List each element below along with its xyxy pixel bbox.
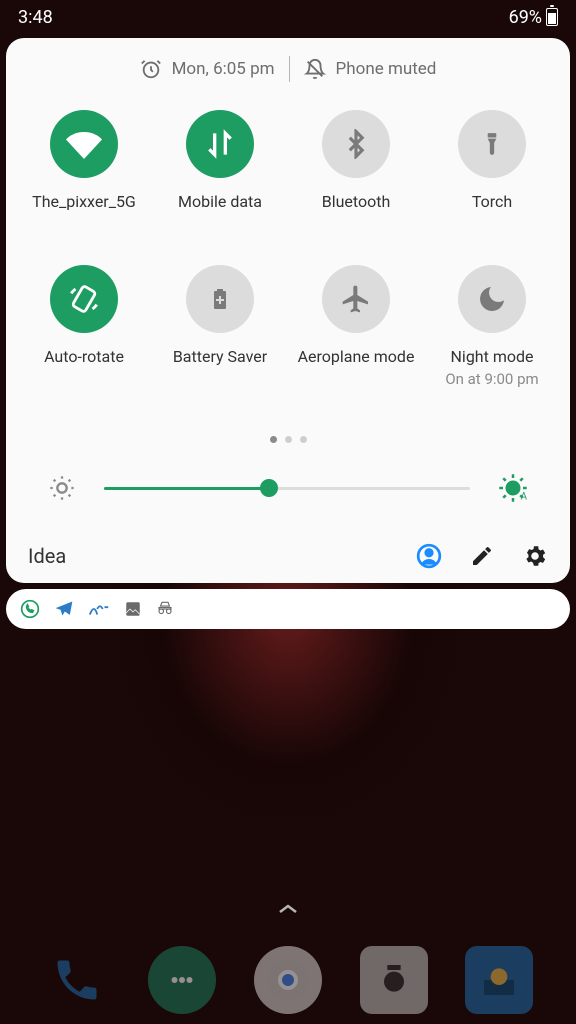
qs-tiles: The_pixxer_5G Mobile data Bluetooth Torc… [6,110,570,388]
quick-settings-panel: Mon, 6:05 pm Phone muted The_pixxer_5G M… [6,38,570,583]
auto-rotate-tile[interactable]: Auto-rotate [16,265,152,388]
tile-label: Mobile data [178,192,262,211]
tile-label: Torch [472,192,512,211]
mute-info[interactable]: Phone muted [304,58,437,80]
notification-bar[interactable] [6,589,570,629]
battery-icon [546,8,558,26]
gear-icon[interactable] [522,543,548,569]
page-dot [270,436,277,443]
gallery-app[interactable] [465,946,533,1014]
bell-mute-icon [304,58,326,80]
bluetooth-tile[interactable]: Bluetooth [288,110,424,211]
page-dot [300,436,307,443]
slider-thumb[interactable] [260,479,278,497]
camera-app[interactable] [360,946,428,1014]
tile-label: The_pixxer_5G [32,192,136,211]
brightness-row: A [6,473,570,503]
data-arrows-icon [204,128,236,160]
telegram-icon [54,599,74,619]
messages-app[interactable] [148,946,216,1014]
chrome-app[interactable] [254,946,322,1014]
qs-header: Mon, 6:05 pm Phone muted [6,56,570,82]
carrier-label[interactable]: Idea [28,544,416,568]
whatsapp-icon [20,599,40,619]
slider-fill [104,487,269,490]
wifi-icon [66,126,102,162]
tile-label: Auto-rotate [44,347,124,366]
phone-app[interactable] [43,946,111,1014]
tile-label: Bluetooth [322,192,391,211]
app-drawer-arrow[interactable] [276,902,300,916]
qs-footer: Idea [6,543,570,569]
status-bar: 3:48 69% [0,0,576,34]
user-icon[interactable] [416,543,442,569]
moon-icon [476,283,508,315]
tile-label: Aeroplane mode [298,347,415,366]
alarm-info[interactable]: Mon, 6:05 pm [140,58,275,80]
tile-label: Battery Saver [173,347,267,366]
dock [0,946,576,1014]
brightness-slider[interactable] [104,487,470,490]
page-indicator [6,436,570,443]
header-divider [289,56,290,82]
image-icon [124,600,142,618]
aeroplane-mode-tile[interactable]: Aeroplane mode [288,265,424,388]
page-dot [285,436,292,443]
airplane-icon [340,283,372,315]
edit-icon[interactable] [470,544,494,568]
incognito-icon [156,600,174,618]
brightness-low-icon [48,474,76,502]
app-icon [88,601,110,617]
status-time: 3:48 [18,7,53,28]
tile-sub: On at 9:00 pm [445,370,538,388]
svg-text:A: A [521,491,528,502]
battery-saver-tile[interactable]: Battery Saver [152,265,288,388]
tile-label: Night mode [451,347,534,366]
torch-icon [479,128,505,160]
bluetooth-icon [341,129,371,159]
rotate-icon [67,282,101,316]
mobile-data-tile[interactable]: Mobile data [152,110,288,211]
wifi-tile[interactable]: The_pixxer_5G [16,110,152,211]
battery-saver-icon [208,283,232,315]
alarm-text: Mon, 6:05 pm [172,59,275,79]
alarm-icon [140,58,162,80]
torch-tile[interactable]: Torch [424,110,560,211]
mute-text: Phone muted [336,59,437,79]
battery-percent: 69% [509,7,542,28]
night-mode-tile[interactable]: Night mode On at 9:00 pm [424,265,560,388]
brightness-auto-icon[interactable]: A [498,473,528,503]
